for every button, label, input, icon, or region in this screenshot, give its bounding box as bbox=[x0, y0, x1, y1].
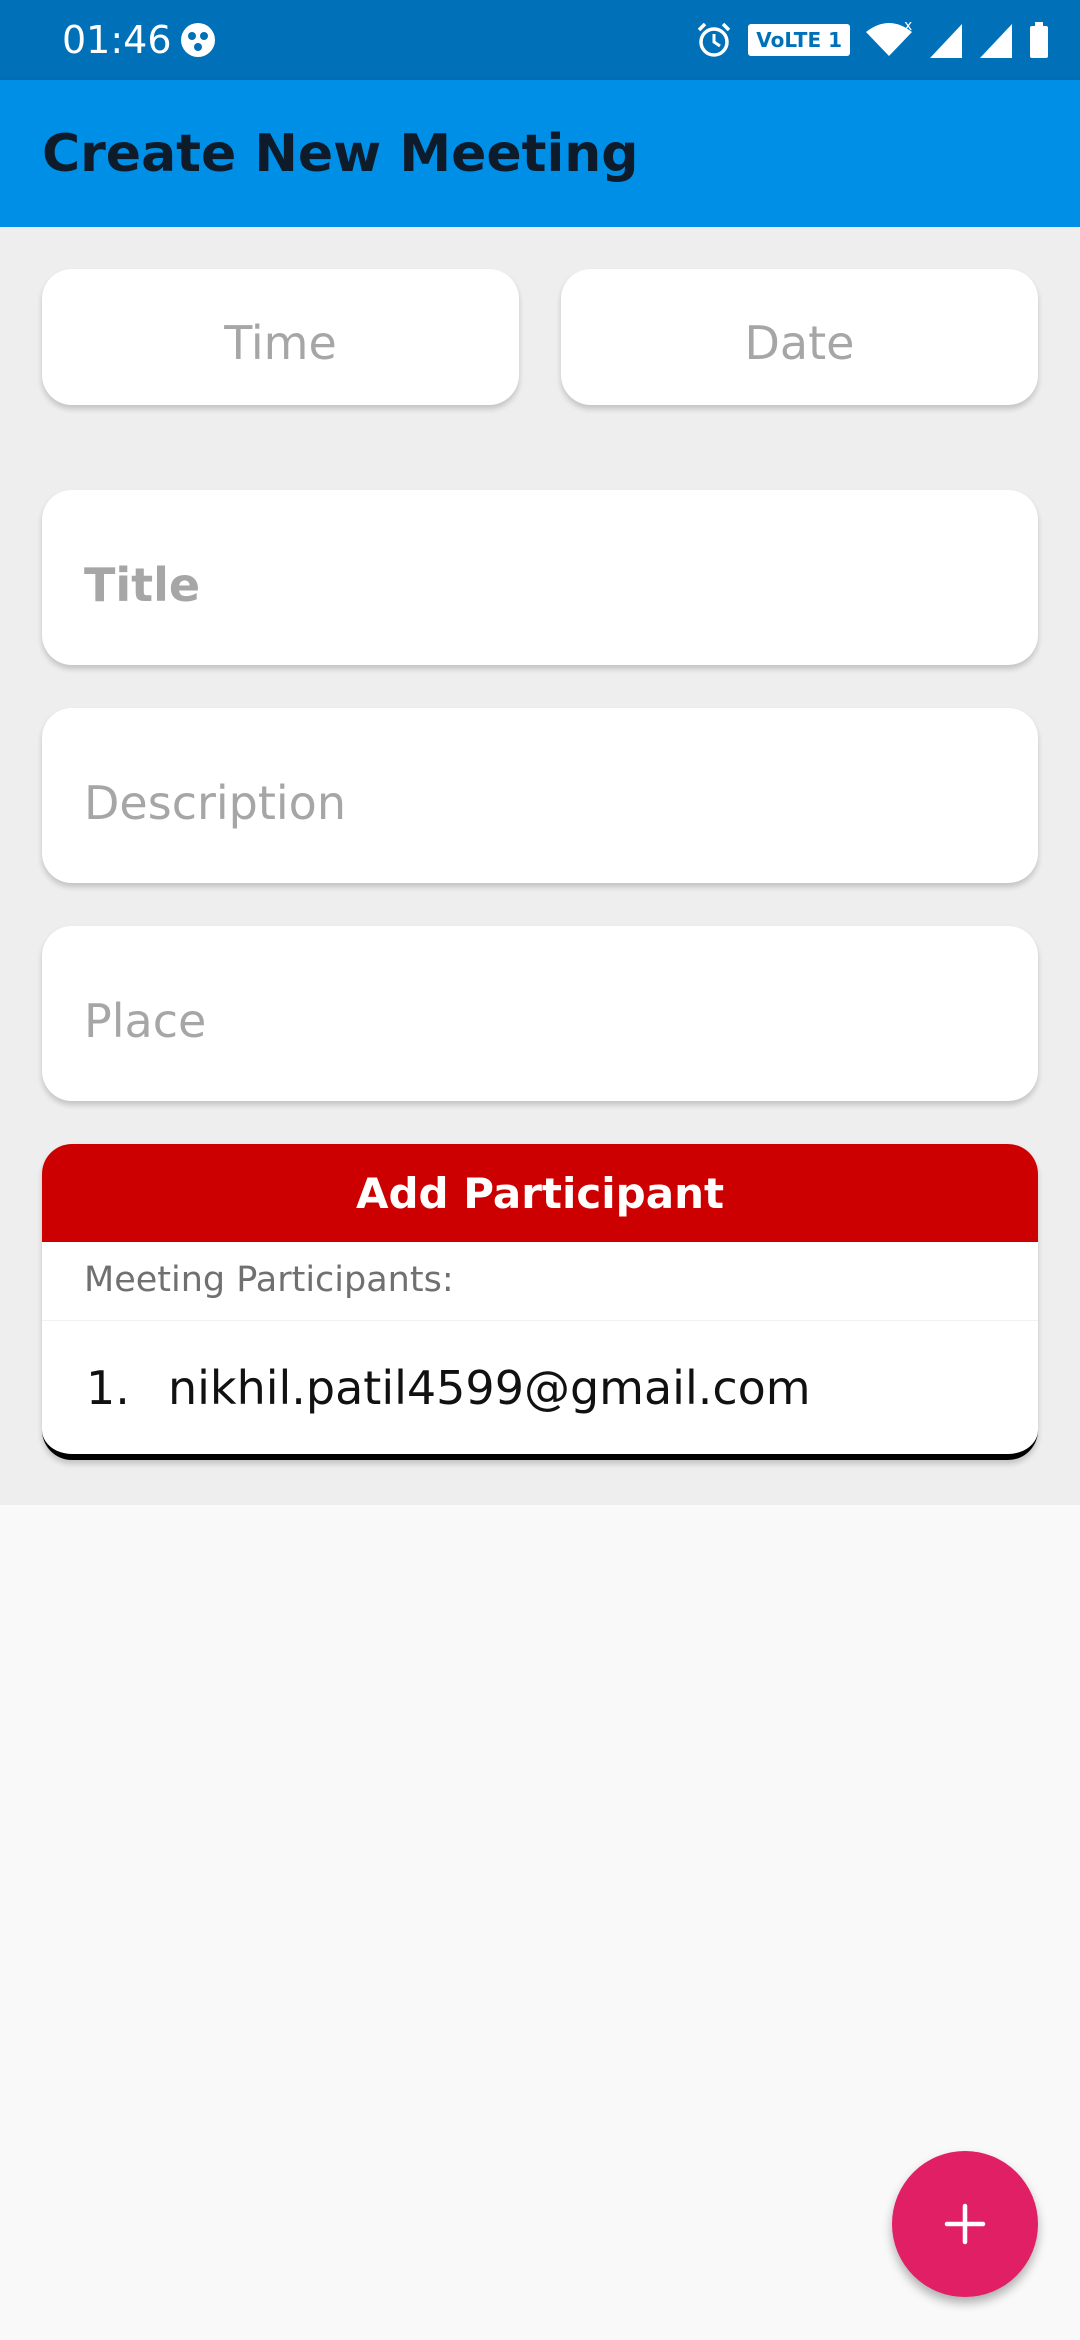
place-placeholder: Place bbox=[84, 993, 207, 1048]
status-bar: 01:46 VoLTE 1 x bbox=[0, 0, 1080, 80]
alarm-icon bbox=[698, 22, 731, 57]
participants-heading: Meeting Participants: bbox=[84, 1260, 454, 1300]
place-field[interactable]: Place bbox=[42, 926, 1038, 1101]
date-placeholder: Date bbox=[744, 316, 855, 370]
wifi-icon: x bbox=[866, 20, 912, 56]
dots-icon bbox=[181, 23, 215, 57]
description-field[interactable]: Description bbox=[42, 708, 1038, 883]
status-icons: VoLTE 1 x bbox=[694, 18, 1050, 62]
description-placeholder: Description bbox=[84, 775, 346, 830]
status-time: 01:46 bbox=[62, 18, 172, 62]
plus-icon bbox=[944, 2203, 986, 2245]
title-placeholder: Title bbox=[84, 557, 201, 612]
add-participant-button[interactable]: Add Participant bbox=[42, 1144, 1038, 1242]
app-bar: Create New Meeting bbox=[0, 80, 1080, 227]
add-fab-button[interactable] bbox=[892, 2151, 1038, 2297]
time-placeholder: Time bbox=[224, 316, 337, 370]
page-title: Create New Meeting bbox=[42, 124, 639, 184]
time-picker-button[interactable]: Time bbox=[42, 269, 519, 405]
participant-email: nikhil.patil4599@gmail.com bbox=[168, 1360, 811, 1415]
list-item: 1. nikhil.patil4599@gmail.com bbox=[42, 1320, 1038, 1454]
title-field[interactable]: Title bbox=[42, 490, 1038, 665]
signal-icon bbox=[930, 24, 962, 58]
battery-icon bbox=[1030, 22, 1048, 58]
svg-text:x: x bbox=[904, 20, 912, 34]
signal-icon-2 bbox=[980, 24, 1012, 58]
participant-number: 1. bbox=[86, 1360, 130, 1415]
volte-badge: VoLTE 1 bbox=[748, 24, 850, 56]
participants-card: Add Participant Meeting Participants: 1.… bbox=[42, 1144, 1038, 1460]
date-picker-button[interactable]: Date bbox=[561, 269, 1038, 405]
